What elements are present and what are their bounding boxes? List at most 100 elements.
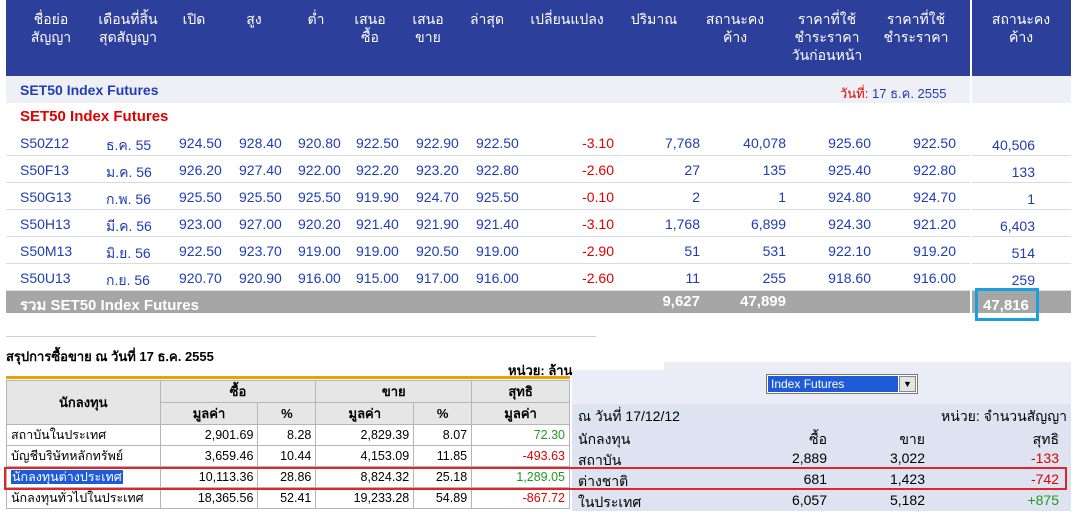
total-label: รวม SET50 Index Futures bbox=[20, 297, 199, 314]
panel-gap bbox=[572, 362, 664, 370]
cell-series[interactable]: S50F13 bbox=[20, 162, 69, 178]
header-high: สูง bbox=[246, 11, 262, 27]
summary-cell-sell_pct: 54.89 bbox=[413, 487, 473, 509]
header-oi-right-cell: สถานะคง ค้าง bbox=[972, 0, 1071, 76]
summary-sell_pct-text: 11.85 bbox=[436, 449, 468, 463]
product-select[interactable]: Index Futures ▼ bbox=[766, 374, 918, 394]
panel-buy: 2,889 bbox=[791, 450, 827, 466]
summary-cell-buy_pct: 52.41 bbox=[257, 487, 317, 509]
panel-col-investor: นักลงทุน bbox=[578, 431, 631, 447]
panel-col-net: สุทธิ bbox=[1032, 431, 1059, 447]
summary-net-text: -493.63 bbox=[522, 449, 565, 463]
panel-unit: หน่วย: จำนวนสัญญา bbox=[941, 408, 1067, 424]
cell-settle: 922.80 bbox=[913, 162, 956, 178]
oi-right-row: 133 bbox=[972, 156, 1071, 183]
cell-series[interactable]: S50Z12 bbox=[20, 135, 69, 151]
header-prev-settle: ราคาที่ใช้ ชำระราคา วันก่อนหน้า bbox=[791, 11, 863, 63]
summary-net-text: 72.30 bbox=[533, 428, 565, 442]
oi-right-row: 40,506 bbox=[972, 129, 1071, 156]
cell-change: -3.10 bbox=[582, 216, 614, 232]
cell-oi-right: 1 bbox=[1027, 191, 1035, 207]
cell-high: 920.90 bbox=[239, 270, 282, 286]
cell-high: 927.40 bbox=[239, 162, 282, 178]
cell-oi: 255 bbox=[762, 270, 786, 286]
cell-volume: 27 bbox=[684, 162, 700, 178]
summary-accent-bar bbox=[6, 376, 570, 379]
summary-sell-text: 4,153.09 bbox=[360, 449, 410, 463]
cell-prev: 924.30 bbox=[828, 216, 871, 232]
oi-right-row: 1 bbox=[972, 183, 1071, 210]
summary-cell-buy: 2,901.69 bbox=[159, 424, 259, 446]
cell-volume: 2 bbox=[692, 189, 700, 205]
cell-last: 921.40 bbox=[476, 216, 519, 232]
col-sell: ขาย bbox=[315, 380, 473, 403]
cell-prev: 924.80 bbox=[828, 189, 871, 205]
date-caption: วันที่: bbox=[840, 86, 869, 101]
cell-last: 922.50 bbox=[476, 135, 519, 151]
summary-cell-buy: 3,659.46 bbox=[159, 445, 259, 467]
cell-bid: 921.40 bbox=[356, 216, 399, 232]
total-row: รวม SET50 Index Futures 9,627 47,899 bbox=[6, 291, 970, 314]
summary-buy-text: 18,365.56 bbox=[197, 491, 254, 505]
cell-settle: 916.00 bbox=[913, 270, 956, 286]
header-last: ล่าสุด bbox=[469, 11, 505, 27]
cell-series[interactable]: S50H13 bbox=[20, 216, 71, 232]
panel-col-buy: ซื้อ bbox=[809, 431, 827, 447]
section-title-link[interactable]: SET50 Index Futures bbox=[20, 82, 158, 98]
summary-name-text: บัญชีบริษัทหลักทรัพย์ bbox=[11, 449, 124, 463]
col-buy-value: มูลค่า bbox=[159, 402, 259, 425]
summary-buy-text: 3,659.46 bbox=[204, 449, 254, 463]
header-low: ต่ำ bbox=[307, 11, 325, 27]
header-open-interest: สถานะคง ค้าง bbox=[705, 11, 765, 45]
header-offer: เสนอ ขาย bbox=[412, 11, 444, 45]
date-value: 17 ธ.ค. 2555 bbox=[872, 86, 947, 101]
cell-bid: 919.90 bbox=[356, 189, 399, 205]
chevron-down-icon[interactable]: ▼ bbox=[899, 376, 916, 392]
cell-offer: 917.00 bbox=[416, 270, 459, 286]
cell-low: 925.50 bbox=[298, 189, 341, 205]
cell-series[interactable]: S50M13 bbox=[20, 243, 72, 259]
col-net: สุทธิ bbox=[471, 380, 570, 403]
panel-col-sell: ขาย bbox=[899, 431, 925, 447]
header-series: ชื่อย่อ สัญญา bbox=[30, 11, 72, 45]
cell-oi-right: 133 bbox=[1011, 164, 1035, 180]
panel-sell: 5,182 bbox=[889, 492, 925, 508]
cell-month: มี.ค. 56 bbox=[106, 218, 152, 234]
cell-offer: 922.90 bbox=[416, 135, 459, 151]
summary-cell-buy_pct: 10.44 bbox=[257, 445, 317, 467]
table-row: สถาบันในประเทศ 2,901.69 8.28 2,829.39 8.07 72… bbox=[6, 424, 570, 446]
section-band-right bbox=[972, 76, 1071, 103]
cell-oi-right: 6,403 bbox=[999, 218, 1035, 234]
summary-buy_pct-text: 10.44 bbox=[280, 449, 312, 463]
futures-quote-table: ชื่อย่อ สัญญา เดือนที่สิ้น สุดสัญญา เปิด ส… bbox=[0, 0, 1073, 321]
foreign-investor-highlight bbox=[4, 467, 1067, 490]
oi-right-row: 514 bbox=[972, 237, 1071, 264]
table-row: S50Z12 ธ.ค. 55 924.50 928.40 920.80 922.50 922… bbox=[6, 129, 970, 156]
cell-volume: 1,768 bbox=[664, 216, 700, 232]
cell-bid: 919.00 bbox=[356, 243, 399, 259]
summary-cell-net: -493.63 bbox=[471, 445, 570, 467]
cell-settle: 924.70 bbox=[913, 189, 956, 205]
table-row: S50U13 ก.ย. 56 920.70 920.90 916.00 915.00 917… bbox=[6, 264, 970, 291]
col-investor: นักลงทุน bbox=[6, 380, 161, 425]
summary-sell-text: 19,233.28 bbox=[353, 491, 410, 505]
cell-month: ก.ย. 56 bbox=[106, 272, 150, 288]
col-buy: ซื้อ bbox=[159, 380, 317, 403]
cell-offer: 923.20 bbox=[416, 162, 459, 178]
table-row: S50F13 ม.ค. 56 926.20 927.40 922.00 922.20 923… bbox=[6, 156, 970, 183]
cell-oi: 1 bbox=[778, 189, 786, 205]
table-row: S50H13 มี.ค. 56 923.00 927.00 920.20 921.40 92… bbox=[6, 210, 970, 237]
cell-open: 926.20 bbox=[179, 162, 222, 178]
cell-low: 916.00 bbox=[298, 270, 341, 286]
cell-low: 919.00 bbox=[298, 243, 341, 259]
total-open-interest: 47,899 bbox=[740, 293, 786, 310]
cell-bid: 922.20 bbox=[356, 162, 399, 178]
header-bid: เสนอ ซื้อ bbox=[354, 11, 386, 45]
cell-series[interactable]: S50G13 bbox=[20, 189, 71, 205]
cell-series[interactable]: S50U13 bbox=[20, 270, 71, 286]
summary-net-text: -867.72 bbox=[522, 491, 565, 505]
cell-change: -3.10 bbox=[582, 135, 614, 151]
cell-high: 925.50 bbox=[239, 189, 282, 205]
summary-cell-sell: 4,153.09 bbox=[315, 445, 415, 467]
cell-change: -0.10 bbox=[582, 189, 614, 205]
